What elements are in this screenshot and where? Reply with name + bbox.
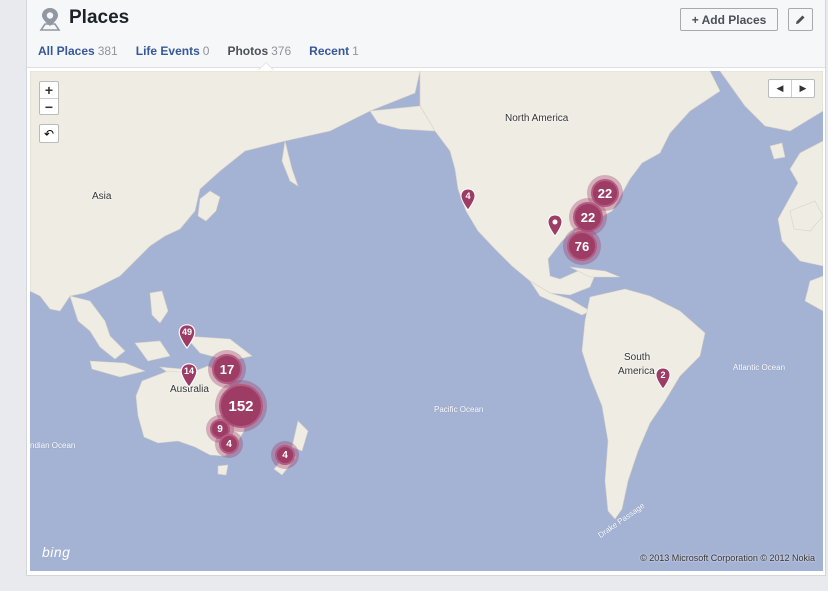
next-arrow-icon[interactable]: ▶	[792, 80, 814, 97]
tab-photos[interactable]: Photos 376	[227, 44, 292, 70]
map-pin-icon	[547, 214, 563, 237]
tab-count: 0	[202, 44, 210, 58]
tab-count: 381	[97, 44, 118, 58]
bing-logo: bing	[42, 544, 71, 560]
photo-cluster-marker[interactable]: 4	[275, 445, 295, 465]
pin-count: 4	[465, 191, 471, 201]
tab-count: 376	[271, 44, 292, 58]
tab-life-events[interactable]: Life Events 0	[136, 44, 210, 64]
add-places-button[interactable]: + Add Places	[680, 8, 778, 31]
places-tabs: All Places 381 Life Events 0 Photos 376 Rec…	[38, 44, 377, 70]
photo-cluster-marker[interactable]: 17	[212, 354, 242, 384]
pin-count: 49	[181, 327, 192, 337]
zoom-out-button[interactable]: −	[40, 99, 58, 115]
photo-pin-marker[interactable]: 4	[459, 188, 477, 212]
zoom-controls: + −	[39, 81, 59, 115]
label-north-america: North America	[505, 113, 569, 124]
label-pacific-ocean: Pacific Ocean	[434, 405, 484, 414]
edit-button[interactable]	[788, 8, 813, 31]
tab-label: Photos	[227, 44, 269, 58]
world-map[interactable]: North America Asia South America Austral…	[30, 71, 823, 571]
photo-pin-marker[interactable]: 2	[654, 367, 672, 391]
page-title: Places	[69, 7, 130, 28]
tab-label: All Places	[38, 44, 95, 58]
label-south-america-1: South	[624, 352, 651, 363]
zoom-in-button[interactable]: +	[40, 82, 58, 99]
label-south-america-2: America	[618, 366, 655, 377]
label-atlantic-ocean: Atlantic Ocean	[733, 363, 786, 372]
photo-cluster-marker[interactable]: 22	[573, 202, 603, 232]
map-copyright: © 2013 Microsoft Corporation © 2012 Noki…	[640, 553, 815, 563]
tab-recent[interactable]: Recent 1	[309, 44, 359, 64]
label-indian-ocean: ndian Ocean	[30, 441, 76, 450]
map-pin-icon	[39, 8, 61, 31]
tab-label: Life Events	[135, 44, 200, 58]
prev-arrow-icon[interactable]: ◀	[769, 80, 792, 97]
map-nav-controls: ◀ ▶	[768, 79, 815, 98]
map-land	[30, 71, 823, 520]
pin-count: 2	[660, 370, 666, 380]
pencil-icon	[796, 15, 805, 24]
tab-count: 1	[352, 44, 359, 58]
photo-cluster-marker[interactable]: 22	[591, 179, 619, 207]
pin-count: 14	[183, 366, 194, 376]
label-asia: Asia	[92, 191, 112, 202]
photo-cluster-marker[interactable]: 76	[567, 231, 597, 261]
photo-cluster-marker[interactable]: 4	[219, 434, 239, 454]
reset-view-button[interactable]: ↶	[39, 124, 59, 143]
places-header: Places + Add Places All Places 381 Life E…	[27, 0, 825, 70]
tab-label: Recent	[309, 44, 350, 58]
places-panel: Places + Add Places All Places 381 Life E…	[26, 0, 826, 576]
photo-pin-marker[interactable]: 49	[177, 323, 197, 351]
photo-pin-marker[interactable]	[546, 214, 564, 238]
tab-all-places[interactable]: All Places 381	[38, 44, 118, 64]
photo-pin-marker[interactable]: 14	[179, 362, 199, 390]
